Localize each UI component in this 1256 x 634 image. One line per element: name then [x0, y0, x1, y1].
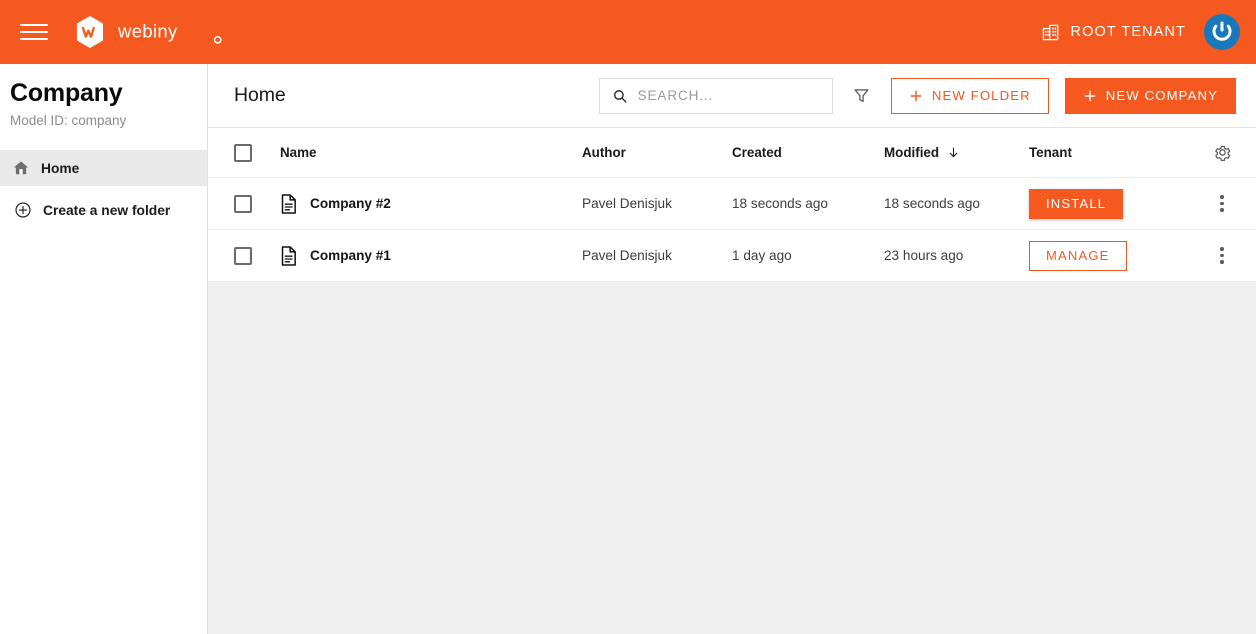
- cell-row-actions: [1202, 191, 1242, 217]
- kebab-dot: [1220, 260, 1224, 264]
- tenant-label: ROOT TENANT: [1071, 24, 1187, 40]
- sidebar-item-home-label: Home: [41, 161, 79, 176]
- gravatar-icon: [1209, 19, 1235, 45]
- sidebar-model-id: Model ID: company: [0, 108, 207, 130]
- kebab-dot: [1220, 254, 1224, 258]
- plus-circle-icon: [14, 201, 32, 219]
- cell-name[interactable]: Company #1: [280, 246, 582, 266]
- install-button[interactable]: INSTALL: [1029, 189, 1123, 219]
- gear-icon: [1213, 143, 1232, 162]
- filter-icon: [852, 86, 871, 105]
- new-company-button[interactable]: NEW COMPANY: [1065, 78, 1236, 114]
- row-name-label: Company #1: [310, 248, 391, 263]
- select-all-checkbox[interactable]: [234, 144, 252, 162]
- sidebar-item-create-folder-label: Create a new folder: [43, 203, 170, 218]
- top-bar-right-group: ROOT TENANT: [1041, 14, 1241, 50]
- kebab-dot: [1220, 247, 1224, 251]
- plus-icon: [1083, 89, 1097, 103]
- hamburger-line: [20, 31, 48, 33]
- new-company-label: NEW COMPANY: [1106, 88, 1218, 103]
- kebab-dot: [1220, 195, 1224, 199]
- page-title: Home: [234, 84, 286, 107]
- empty-list-area: [208, 282, 1256, 634]
- sidebar-item-create-folder[interactable]: Create a new folder: [0, 192, 207, 228]
- table-settings-button[interactable]: [1209, 140, 1235, 166]
- new-folder-button[interactable]: NEW FOLDER: [891, 78, 1049, 114]
- document-icon: [280, 246, 298, 266]
- header-tools: NEW FOLDER NEW COMPANY: [599, 78, 1236, 114]
- plus-icon: [909, 89, 923, 103]
- column-header-author[interactable]: Author: [582, 145, 732, 160]
- cell-row-actions: [1202, 243, 1242, 269]
- row-menu-icon[interactable]: [1209, 243, 1235, 269]
- building-icon: [1041, 23, 1060, 42]
- webiny-logo[interactable]: webiny: [72, 14, 227, 50]
- main-content: Home N: [208, 64, 1256, 634]
- kebab-dot: [1220, 208, 1224, 212]
- cell-name[interactable]: Company #2: [280, 194, 582, 214]
- hamburger-menu-icon[interactable]: [20, 17, 50, 47]
- row-name-label: Company #2: [310, 196, 391, 211]
- column-header-tenant[interactable]: Tenant: [1029, 145, 1191, 160]
- column-header-modified[interactable]: Modified: [884, 145, 1029, 160]
- new-folder-label: NEW FOLDER: [932, 88, 1031, 103]
- app-body: Company Model ID: company Home Create a …: [0, 64, 1256, 634]
- home-icon: [12, 159, 30, 177]
- sidebar: Company Model ID: company Home Create a …: [0, 64, 208, 634]
- arrow-down-icon: [947, 146, 960, 159]
- webiny-wordmark: webiny: [118, 20, 227, 44]
- search-box[interactable]: [599, 78, 833, 114]
- sidebar-list: Home Create a new folder: [0, 150, 207, 228]
- column-header-created[interactable]: Created: [732, 145, 884, 160]
- cell-created: 1 day ago: [732, 248, 884, 263]
- content-header: Home N: [208, 64, 1256, 128]
- cell-modified: 18 seconds ago: [884, 196, 1029, 211]
- table-header-row: Name Author Created Modified Tenant: [208, 128, 1256, 178]
- filter-button[interactable]: [849, 83, 875, 109]
- cell-modified: 23 hours ago: [884, 248, 1029, 263]
- top-app-bar: webiny ROOT TENANT: [0, 0, 1256, 64]
- records-table: Name Author Created Modified Tenant: [208, 128, 1256, 282]
- row-checkbox[interactable]: [234, 195, 252, 213]
- manage-button[interactable]: MANAGE: [1029, 241, 1127, 271]
- kebab-dot: [1220, 202, 1224, 206]
- row-checkbox[interactable]: [234, 247, 252, 265]
- webiny-hexagon-icon: [72, 14, 108, 50]
- document-icon: [280, 194, 298, 214]
- sidebar-item-home[interactable]: Home: [0, 150, 207, 186]
- row-menu-icon[interactable]: [1209, 191, 1235, 217]
- cell-created: 18 seconds ago: [732, 196, 884, 211]
- table-row[interactable]: Company #2 Pavel Denisjuk 18 seconds ago…: [208, 178, 1256, 230]
- hamburger-line: [20, 38, 48, 40]
- hamburger-line: [20, 24, 48, 26]
- user-avatar[interactable]: [1204, 14, 1240, 50]
- table-settings-cell: [1202, 140, 1242, 166]
- table-row[interactable]: Company #1 Pavel Denisjuk 1 day ago 23 h…: [208, 230, 1256, 282]
- cell-author: Pavel Denisjuk: [582, 196, 732, 211]
- tenant-selector[interactable]: ROOT TENANT: [1041, 23, 1187, 42]
- cell-tenant: MANAGE: [1029, 241, 1191, 271]
- search-input[interactable]: [638, 88, 820, 103]
- cell-author: Pavel Denisjuk: [582, 248, 732, 263]
- column-header-modified-label: Modified: [884, 145, 939, 160]
- search-icon: [612, 87, 628, 105]
- sidebar-title: Company: [0, 78, 207, 108]
- svg-text:webiny: webiny: [118, 21, 178, 42]
- cell-tenant: INSTALL: [1029, 189, 1191, 219]
- column-header-name[interactable]: Name: [280, 145, 582, 160]
